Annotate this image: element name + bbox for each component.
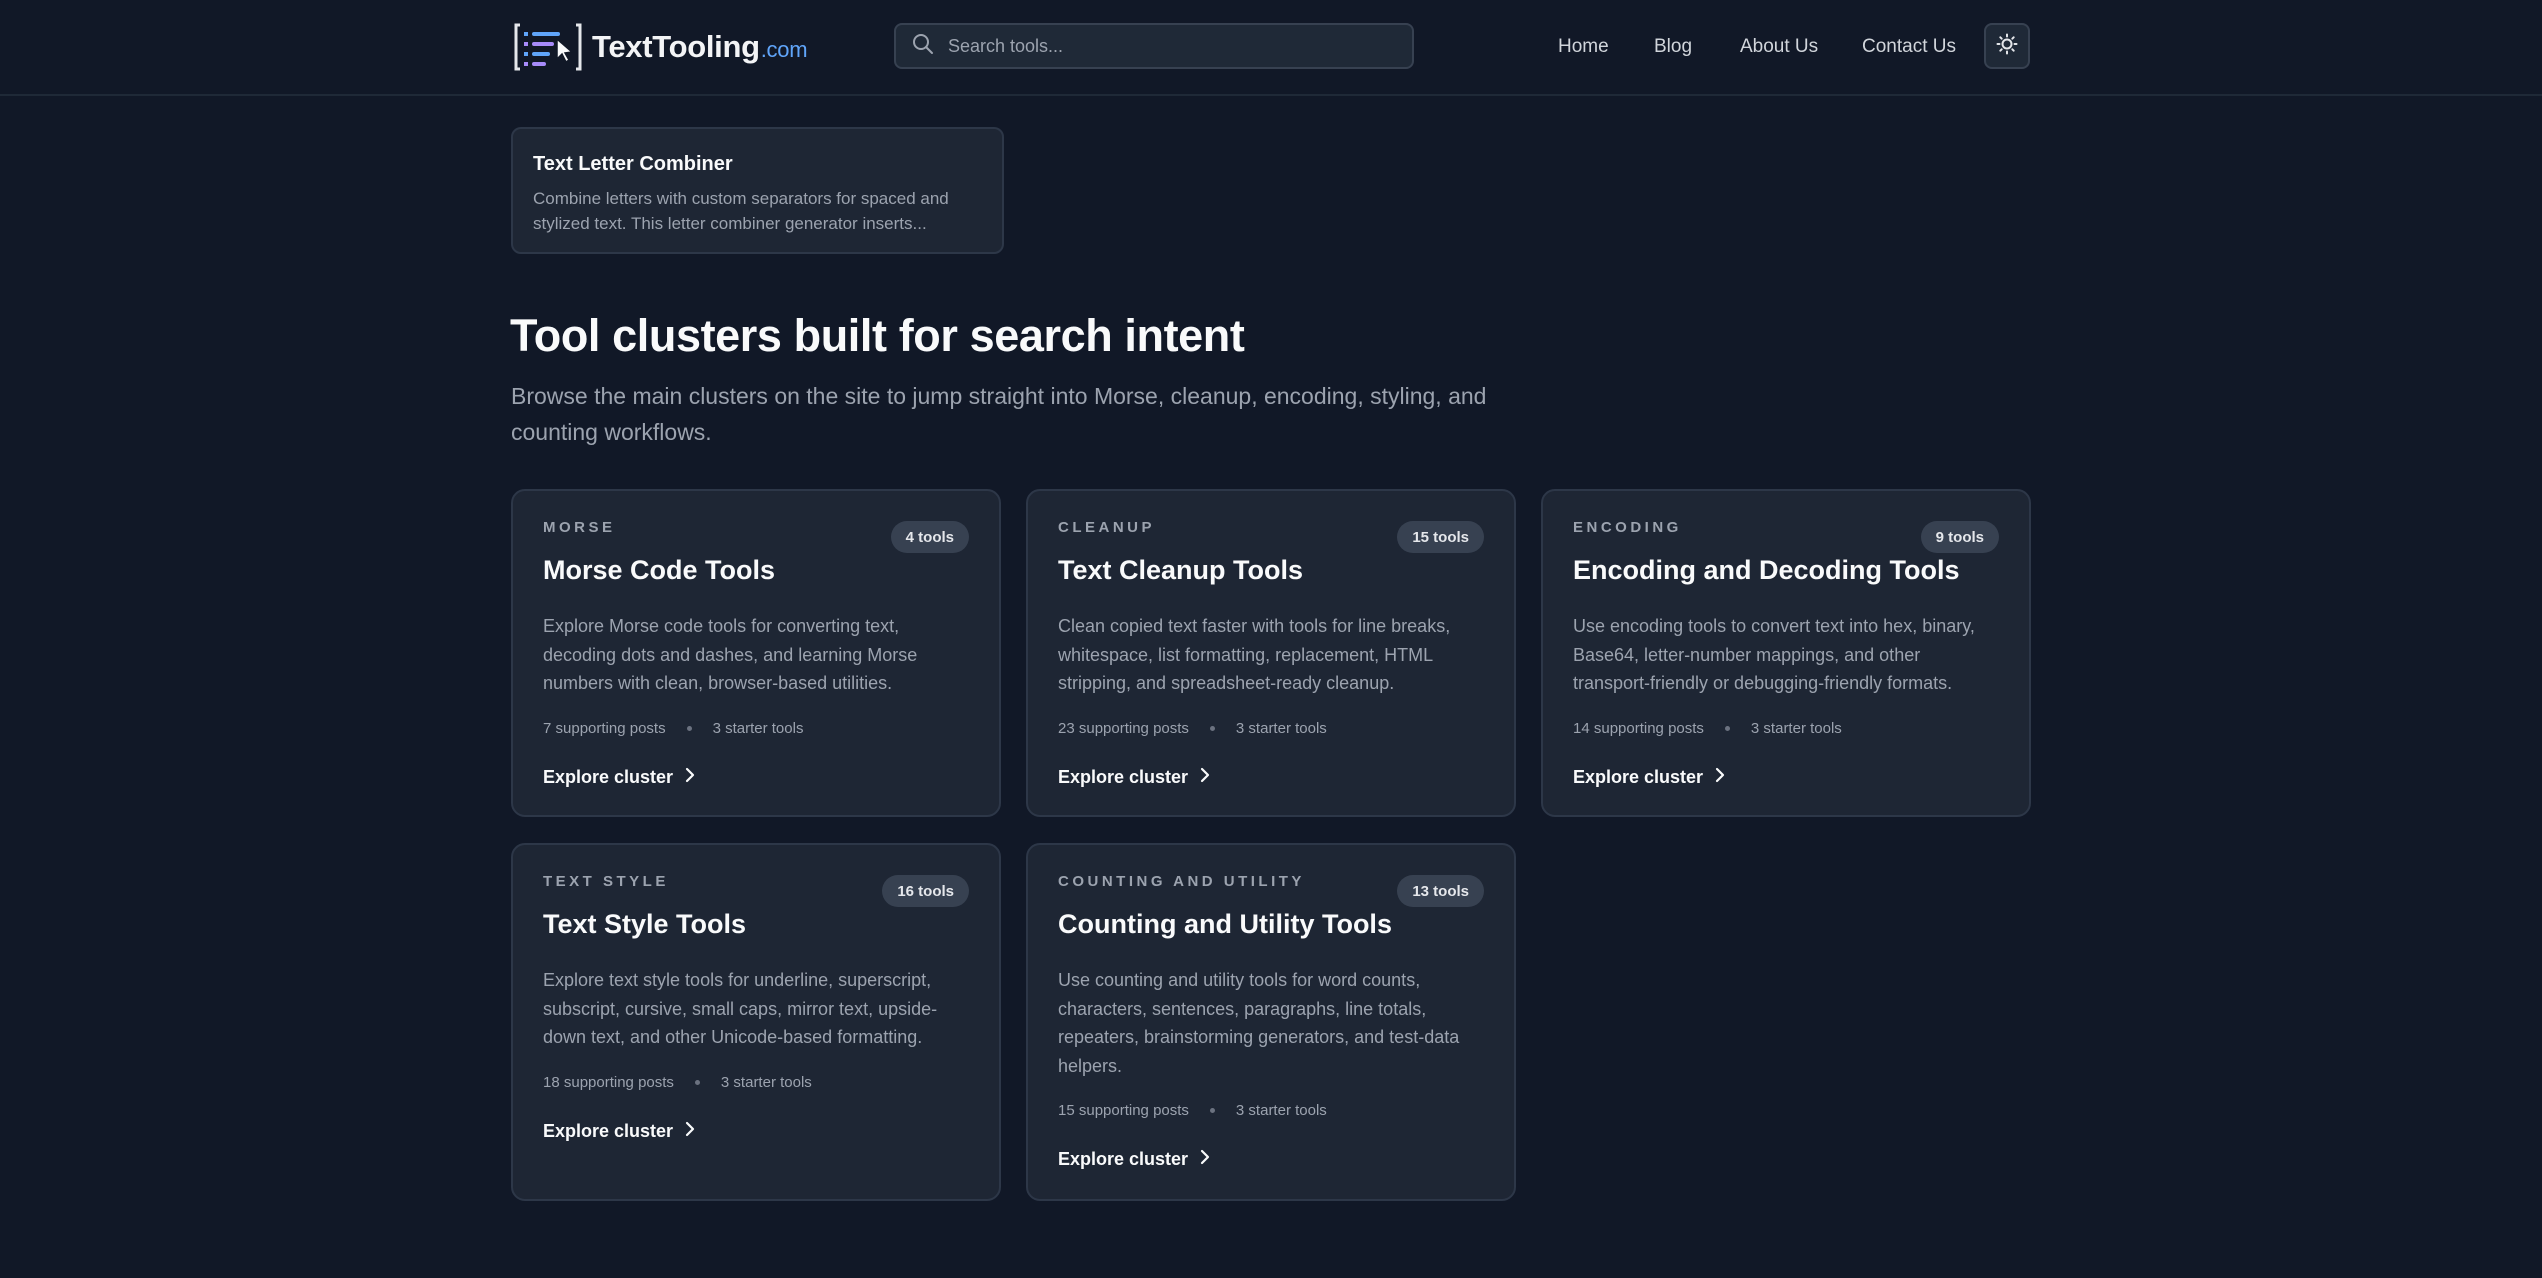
chevron-right-icon [1200,767,1210,788]
chevron-right-icon [1200,1149,1210,1170]
cluster-description: Use encoding tools to convert text into … [1573,616,1975,693]
supporting-posts: 23 supporting posts [1058,719,1189,737]
supporting-posts: 7 supporting posts [543,719,666,737]
separator-dot [1724,725,1730,731]
logo-text: TextTooling.com [592,29,808,64]
tool-count-badge: 16 tools [882,875,969,907]
starter-tools: 3 starter tools [712,719,804,737]
cluster-meta: 14 supporting posts 3 starter tools [1573,720,1999,737]
nav-blog[interactable]: Blog [1654,36,1692,58]
search-icon [912,33,934,60]
site-logo[interactable]: TextTooling.com [514,22,808,72]
cluster-description: Explore Morse code tools for converting … [543,616,918,693]
tool-count-badge: 9 tools [1920,521,1999,553]
separator-dot [694,1079,700,1085]
explore-cluster-link[interactable]: Explore cluster [1058,767,1484,788]
explore-cluster-label: Explore cluster [1573,766,1704,787]
chevron-right-icon [1715,767,1725,788]
cluster-meta: 7 supporting posts 3 starter tools [543,720,969,737]
cluster-card-encoding[interactable]: ENCODING 9 tools Encoding and Decoding T… [1541,489,2031,817]
chevron-right-icon [685,1121,695,1142]
cluster-card-counting-utility[interactable]: COUNTING AND UTILITY 13 tools Counting a… [1026,843,1516,1201]
nav-about-us[interactable]: About Us [1740,36,1818,58]
search-box[interactable] [894,23,1414,69]
starter-tools: 3 starter tools [720,1073,812,1091]
supporting-posts: 15 supporting posts [1058,1102,1189,1119]
nav-home[interactable]: Home [1558,36,1609,58]
separator-dot [686,725,692,731]
logo-icon [514,22,584,72]
explore-cluster-label: Explore cluster [1058,766,1189,787]
explore-cluster-link[interactable]: Explore cluster [1573,767,1999,788]
supporting-posts: 18 supporting posts [543,1073,674,1091]
theme-toggle-button[interactable] [1984,23,2030,69]
cluster-title: Encoding and Decoding Tools [1573,555,1960,585]
supporting-posts: 14 supporting posts [1573,719,1704,737]
sun-icon [1996,33,2018,60]
explore-cluster-link[interactable]: Explore cluster [543,767,969,788]
explore-cluster-label: Explore cluster [543,766,674,787]
tool-count-badge: 15 tools [1397,521,1484,553]
tool-count-badge: 13 tools [1397,875,1484,907]
cluster-description: Use counting and utility tools for word … [1058,970,1460,1076]
explore-cluster-link[interactable]: Explore cluster [543,1121,969,1142]
tool-card-description: Combine letters with custom separators f… [533,189,949,233]
cluster-meta: 15 supporting posts 3 starter tools [1058,1102,1484,1119]
cluster-meta: 23 supporting posts 3 starter tools [1058,720,1484,737]
separator-dot [1209,725,1215,731]
cluster-title: Text Cleanup Tools [1058,555,1304,585]
site-header: TextTooling.com Home Blog About Us Conta… [0,0,2542,96]
cluster-description: Clean copied text faster with tools for … [1058,616,1451,693]
tool-card-text-letter-combiner[interactable]: Text Letter Combiner Combine letters wit… [511,127,1004,254]
cluster-description: Explore text style tools for underline, … [543,970,938,1047]
separator-dot [1209,1108,1215,1113]
tool-count-badge: 4 tools [890,521,969,553]
chevron-right-icon [685,767,695,788]
cluster-card-text-style[interactable]: TEXT STYLE 16 tools Text Style Tools Exp… [511,843,1001,1201]
section-subtitle: Browse the main clusters on the site to … [511,383,1487,445]
cluster-meta: 18 supporting posts 3 starter tools [543,1074,969,1091]
cluster-card-morse[interactable]: MORSE 4 tools Morse Code Tools Explore M… [511,489,1001,817]
starter-tools: 3 starter tools [1750,719,1842,737]
cluster-title: Text Style Tools [543,909,747,939]
logo-tld: .com [760,37,808,62]
explore-cluster-label: Explore cluster [543,1120,674,1141]
explore-cluster-label: Explore cluster [1058,1149,1189,1169]
cluster-card-cleanup[interactable]: CLEANUP 15 tools Text Cleanup Tools Clea… [1026,489,1516,817]
starter-tools: 3 starter tools [1235,719,1327,737]
search-input[interactable] [948,35,1388,57]
cluster-title: Counting and Utility Tools [1058,909,1392,939]
starter-tools: 3 starter tools [1235,1102,1327,1119]
cluster-title: Morse Code Tools [543,555,776,585]
section-title: Tool clusters built for search intent [510,310,1245,361]
tool-card-title: Text Letter Combiner [533,153,733,175]
nav-contact-us[interactable]: Contact Us [1862,36,1956,58]
explore-cluster-link[interactable]: Explore cluster [1058,1149,1484,1170]
